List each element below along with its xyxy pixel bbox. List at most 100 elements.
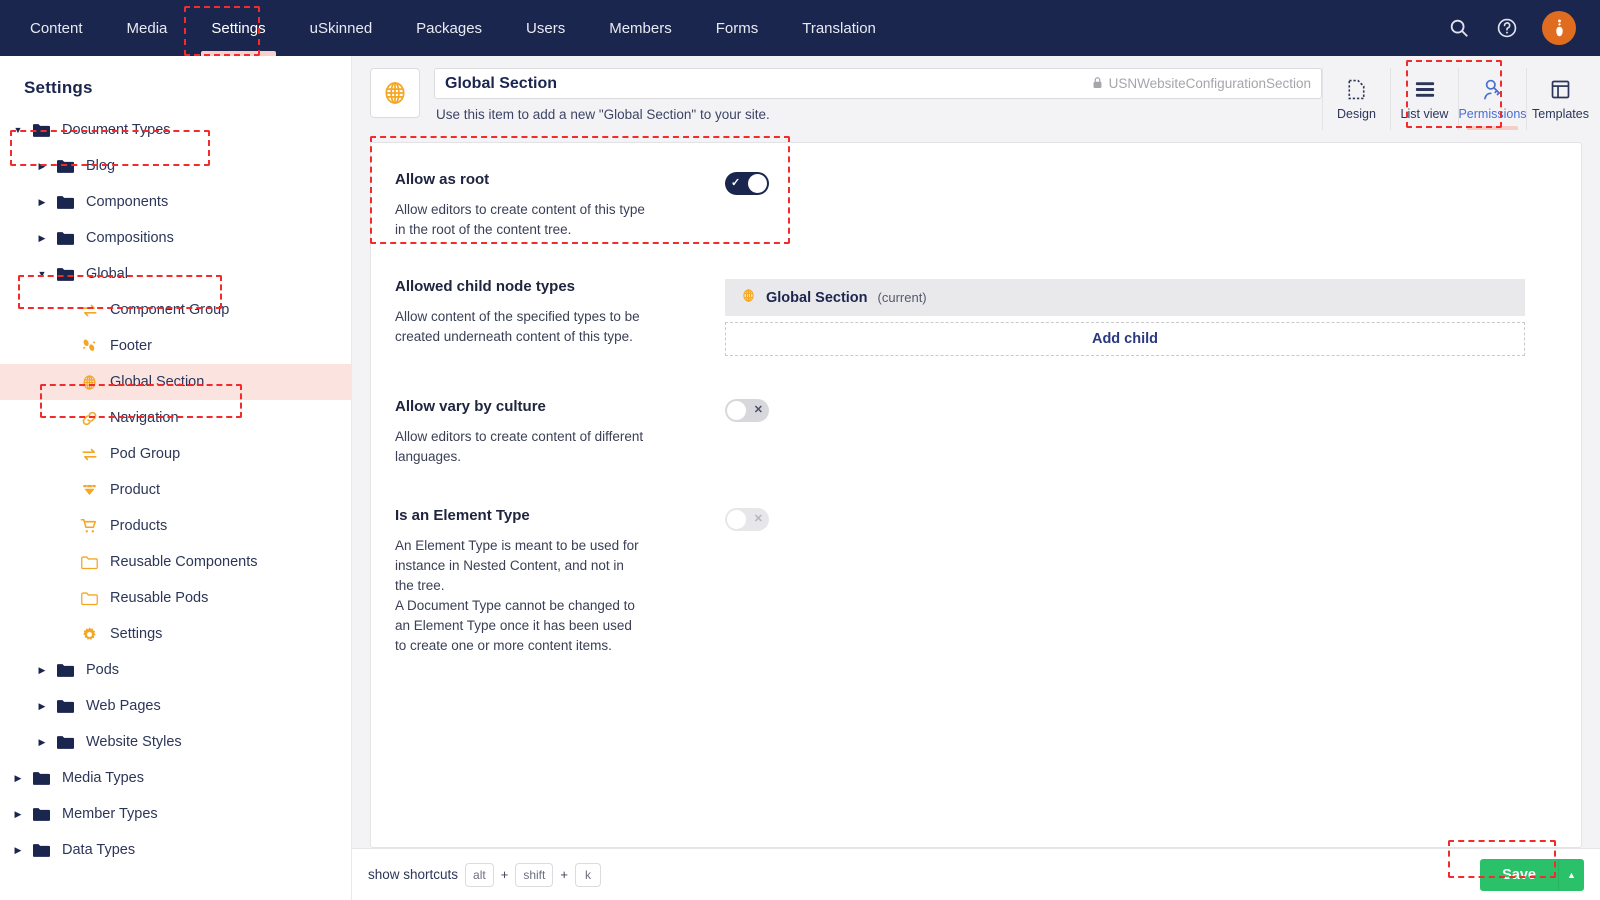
save-dropdown-toggle[interactable]: ▲	[1558, 859, 1584, 891]
sidebar-item-compositions[interactable]: ▶Compositions	[0, 220, 351, 256]
top-navigation-bar: Content Media SettingsuSkinnedPackages User…	[0, 0, 1600, 56]
sidebar-item-blog[interactable]: ▶ Blog	[0, 148, 351, 184]
vary-culture-description: Allow editors to create content of diffe…	[395, 427, 645, 467]
vary-culture-label: Allow vary by culture	[395, 398, 697, 415]
content-header: Global Section USNWebsiteConfigurationSe…	[352, 56, 1600, 130]
caret-right-icon[interactable]: ▶	[34, 698, 50, 714]
sidebar-item-label: Member Types	[62, 806, 158, 822]
list-item-suffix: (current)	[878, 290, 927, 305]
sidebar-item-footer[interactable]: ▶Footer	[0, 328, 351, 364]
sidebar-item-pod-group[interactable]: ▶Pod Group	[0, 436, 351, 472]
nav-item-packages[interactable]: Packages	[394, 0, 504, 56]
sidebar-item-component-group[interactable]: ▶Component Group	[0, 292, 351, 328]
user-avatar[interactable]	[1542, 11, 1576, 45]
nav-item-users[interactable]: Users	[504, 0, 587, 56]
design-icon	[1347, 78, 1366, 100]
sidebar-item-products[interactable]: ▶Products	[0, 508, 351, 544]
caret-right-icon[interactable]: ▶	[10, 770, 26, 786]
is-element-type-row: Is an Element Type An Element Type is me…	[395, 507, 1557, 662]
cross-icon: ✕	[754, 514, 763, 525]
sidebar-item-global-section[interactable]: ▶Global Section	[0, 364, 351, 400]
content-footer: show shortcuts alt + shift + k Save ▲	[352, 848, 1600, 900]
sidebar-item-label: Pods	[86, 662, 119, 678]
allow-as-root-toggle[interactable]: ✓	[725, 172, 769, 195]
sidebar-item-reusable-pods[interactable]: ▶Reusable Pods	[0, 580, 351, 616]
nav-item-forms[interactable]: Forms	[694, 0, 781, 56]
key-shift: shift	[515, 863, 553, 887]
folder-icon	[52, 267, 78, 282]
sidebar-item-document-types[interactable]: ▼Document Types	[0, 112, 351, 148]
caret-down-icon[interactable]: ▼	[34, 266, 50, 282]
tab-label: Design	[1337, 107, 1376, 121]
caret-right-icon[interactable]: ▶	[10, 806, 26, 822]
gear-icon	[76, 626, 102, 643]
help-icon[interactable]	[1494, 15, 1520, 41]
caret-right-icon[interactable]: ▶	[10, 842, 26, 858]
nav-item-label: Media	[127, 20, 168, 37]
nav-item-translation[interactable]: Translation	[780, 0, 898, 56]
content-tabs: Design List view PermissionsTemplates	[1322, 68, 1600, 130]
sidebar-item-data-types[interactable]: ▶Data Types	[0, 832, 351, 868]
swap-icon	[76, 303, 102, 318]
node-name-field[interactable]: Global Section USNWebsiteConfigurationSe…	[434, 68, 1322, 99]
caret-right-icon[interactable]: ▶	[34, 662, 50, 678]
plus-separator-1: +	[501, 867, 509, 882]
sidebar-item-web-pages[interactable]: ▶Web Pages	[0, 688, 351, 724]
lock-icon	[1092, 76, 1103, 92]
folder-icon	[52, 195, 78, 210]
node-alias: USNWebsiteConfigurationSection	[1092, 76, 1311, 92]
tab-permissions[interactable]: Permissions	[1458, 68, 1526, 130]
caret-right-icon[interactable]: ▶	[34, 734, 50, 750]
globe-icon	[370, 68, 420, 118]
save-button-group: Save ▲	[1480, 859, 1584, 891]
tab-label: List view	[1401, 107, 1449, 121]
nav-item-label: Users	[526, 20, 565, 37]
sidebar-item-reusable-components[interactable]: ▶Reusable Components	[0, 544, 351, 580]
settings-sidebar: Settings ▼Document Types▶Blog▶Components…	[0, 56, 352, 900]
tab-templates[interactable]: Templates	[1526, 68, 1594, 130]
sidebar-item-media-types[interactable]: ▶Media Types	[0, 760, 351, 796]
nav-item-settings[interactable]: Settings	[189, 0, 287, 56]
nav-item-uskinned[interactable]: uSkinned	[288, 0, 395, 56]
tab-design[interactable]: Design	[1322, 68, 1390, 130]
toggle-knob	[727, 401, 746, 420]
caret-right-icon[interactable]: ▶	[34, 230, 50, 246]
sidebar-item-label: Blog	[86, 158, 115, 174]
sidebar-item-global[interactable]: ▼Global	[0, 256, 351, 292]
sidebar-item-navigation[interactable]: ▶Navigation	[0, 400, 351, 436]
list-item-name: Global Section	[766, 290, 868, 306]
sidebar-item-pods[interactable]: ▶ Pods	[0, 652, 351, 688]
allow-vary-by-culture-toggle[interactable]: ✕	[725, 399, 769, 422]
caret-right-icon[interactable]: ▶	[34, 194, 50, 210]
folder-icon	[28, 123, 54, 138]
sidebar-item-components[interactable]: ▶Components	[0, 184, 351, 220]
nav-item-members[interactable]: Members	[587, 0, 694, 56]
nav-item-media[interactable]: Media	[105, 0, 190, 56]
allowed-child-label-block: Allowed child node types Allow content o…	[395, 278, 725, 356]
allowed-child-node-types-row: Allowed child node types Allow content o…	[395, 278, 1557, 398]
sidebar-item-label: Website Styles	[86, 734, 182, 750]
key-k: k	[575, 863, 601, 887]
title-wrap: Global Section USNWebsiteConfigurationSe…	[434, 68, 1322, 130]
allowed-child-control: Global Section (current) Add child	[725, 278, 1557, 356]
folder-icon	[52, 735, 78, 750]
list-item[interactable]: Global Section (current)	[725, 279, 1525, 316]
sidebar-item-label: Products	[110, 518, 167, 534]
save-button[interactable]: Save	[1480, 859, 1558, 891]
search-icon[interactable]	[1446, 15, 1472, 41]
globe-icon	[741, 288, 756, 307]
panel-scroll: Allow as root Allow editors to create co…	[352, 130, 1600, 848]
add-child-button[interactable]: Add child	[725, 322, 1525, 356]
nav-item-content[interactable]: Content	[8, 0, 105, 56]
sidebar-item-website-styles[interactable]: ▶ Website Styles	[0, 724, 351, 760]
is-element-type-toggle[interactable]: ✕	[725, 508, 769, 531]
vary-culture-label-block: Allow vary by culture Allow editors to c…	[395, 398, 725, 467]
settings-tree: ▼Document Types ▶ Blog ▶Components▶Composit…	[0, 112, 351, 868]
caret-down-icon[interactable]: ▼	[10, 122, 26, 138]
sidebar-item-product[interactable]: ▶Product	[0, 472, 351, 508]
sidebar-item-member-types[interactable]: ▶ Member Types	[0, 796, 351, 832]
tab-list-view[interactable]: List view	[1390, 68, 1458, 130]
page-title: Global Section	[445, 75, 557, 93]
caret-right-icon[interactable]: ▶	[34, 158, 50, 174]
sidebar-item-settings[interactable]: ▶Settings	[0, 616, 351, 652]
